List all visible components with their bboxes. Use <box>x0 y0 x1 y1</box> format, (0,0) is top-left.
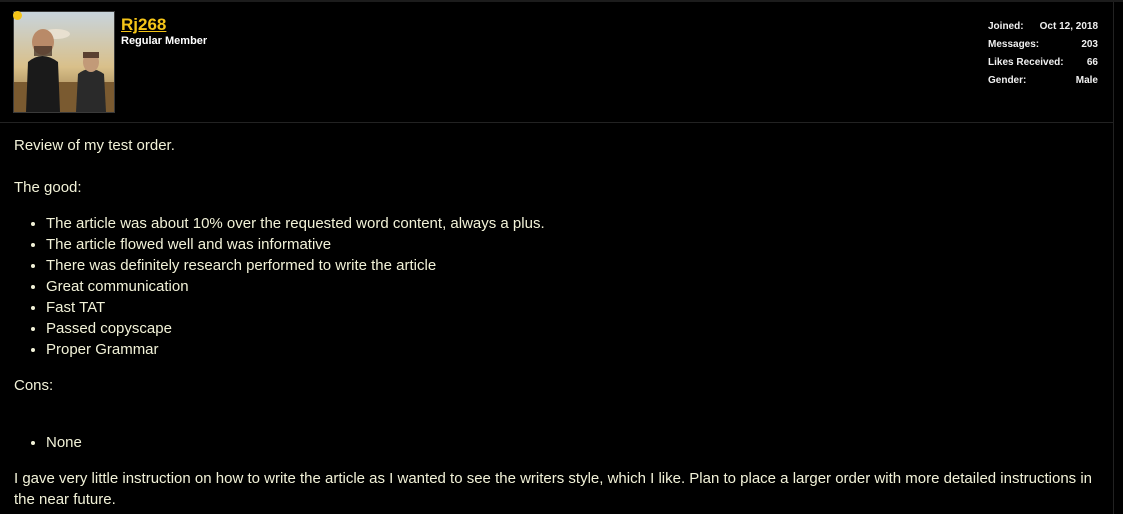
avatar[interactable] <box>13 11 115 113</box>
stat-label: Likes Received: <box>988 57 1064 68</box>
stat-value: Male <box>1075 75 1098 86</box>
online-status-indicator <box>13 11 22 20</box>
list-item: Fast TAT <box>46 297 1094 318</box>
stat-label: Gender: <box>988 75 1027 86</box>
post-body: Review of my test order. The good: The a… <box>14 135 1094 510</box>
user-stats: Joined: Oct 12, 2018 Messages: 203 Likes… <box>988 18 1098 90</box>
stat-joined: Joined: Oct 12, 2018 <box>988 18 1098 36</box>
cons-list: None <box>14 432 1094 453</box>
avatar-image <box>14 12 114 112</box>
stat-value: 66 <box>1086 57 1098 68</box>
list-item: Passed copyscape <box>46 318 1094 339</box>
list-item: None <box>46 432 1094 453</box>
user-title: Regular Member <box>121 35 208 47</box>
good-list: The article was about 10% over the reque… <box>14 213 1094 360</box>
stat-gender: Gender: Male <box>988 72 1098 90</box>
list-item: Great communication <box>46 276 1094 297</box>
post-intro: Review of my test order. <box>14 137 175 154</box>
stat-label: Messages: <box>988 39 1040 50</box>
post-closing: I gave very little instruction on how to… <box>14 470 1093 508</box>
list-item: The article was about 10% over the reque… <box>46 213 1094 234</box>
list-item: Proper Grammar <box>46 339 1094 360</box>
cons-heading: Cons: <box>14 377 54 394</box>
forum-post: Rj268 Regular Member Joined: Oct 12, 201… <box>0 2 1114 514</box>
stat-value: Oct 12, 2018 <box>1039 21 1098 32</box>
stat-likes-received: Likes Received: 66 <box>988 54 1098 72</box>
good-heading: The good: <box>14 179 82 196</box>
stat-value[interactable]: 203 <box>1081 36 1098 54</box>
stat-messages: Messages: 203 <box>988 36 1098 54</box>
username-link[interactable]: Rj268 <box>121 15 166 35</box>
stat-label: Joined: <box>988 21 1024 32</box>
list-item: There was definitely research performed … <box>46 255 1094 276</box>
post-header: Rj268 Regular Member Joined: Oct 12, 201… <box>0 2 1113 123</box>
list-item: The article flowed well and was informat… <box>46 234 1094 255</box>
